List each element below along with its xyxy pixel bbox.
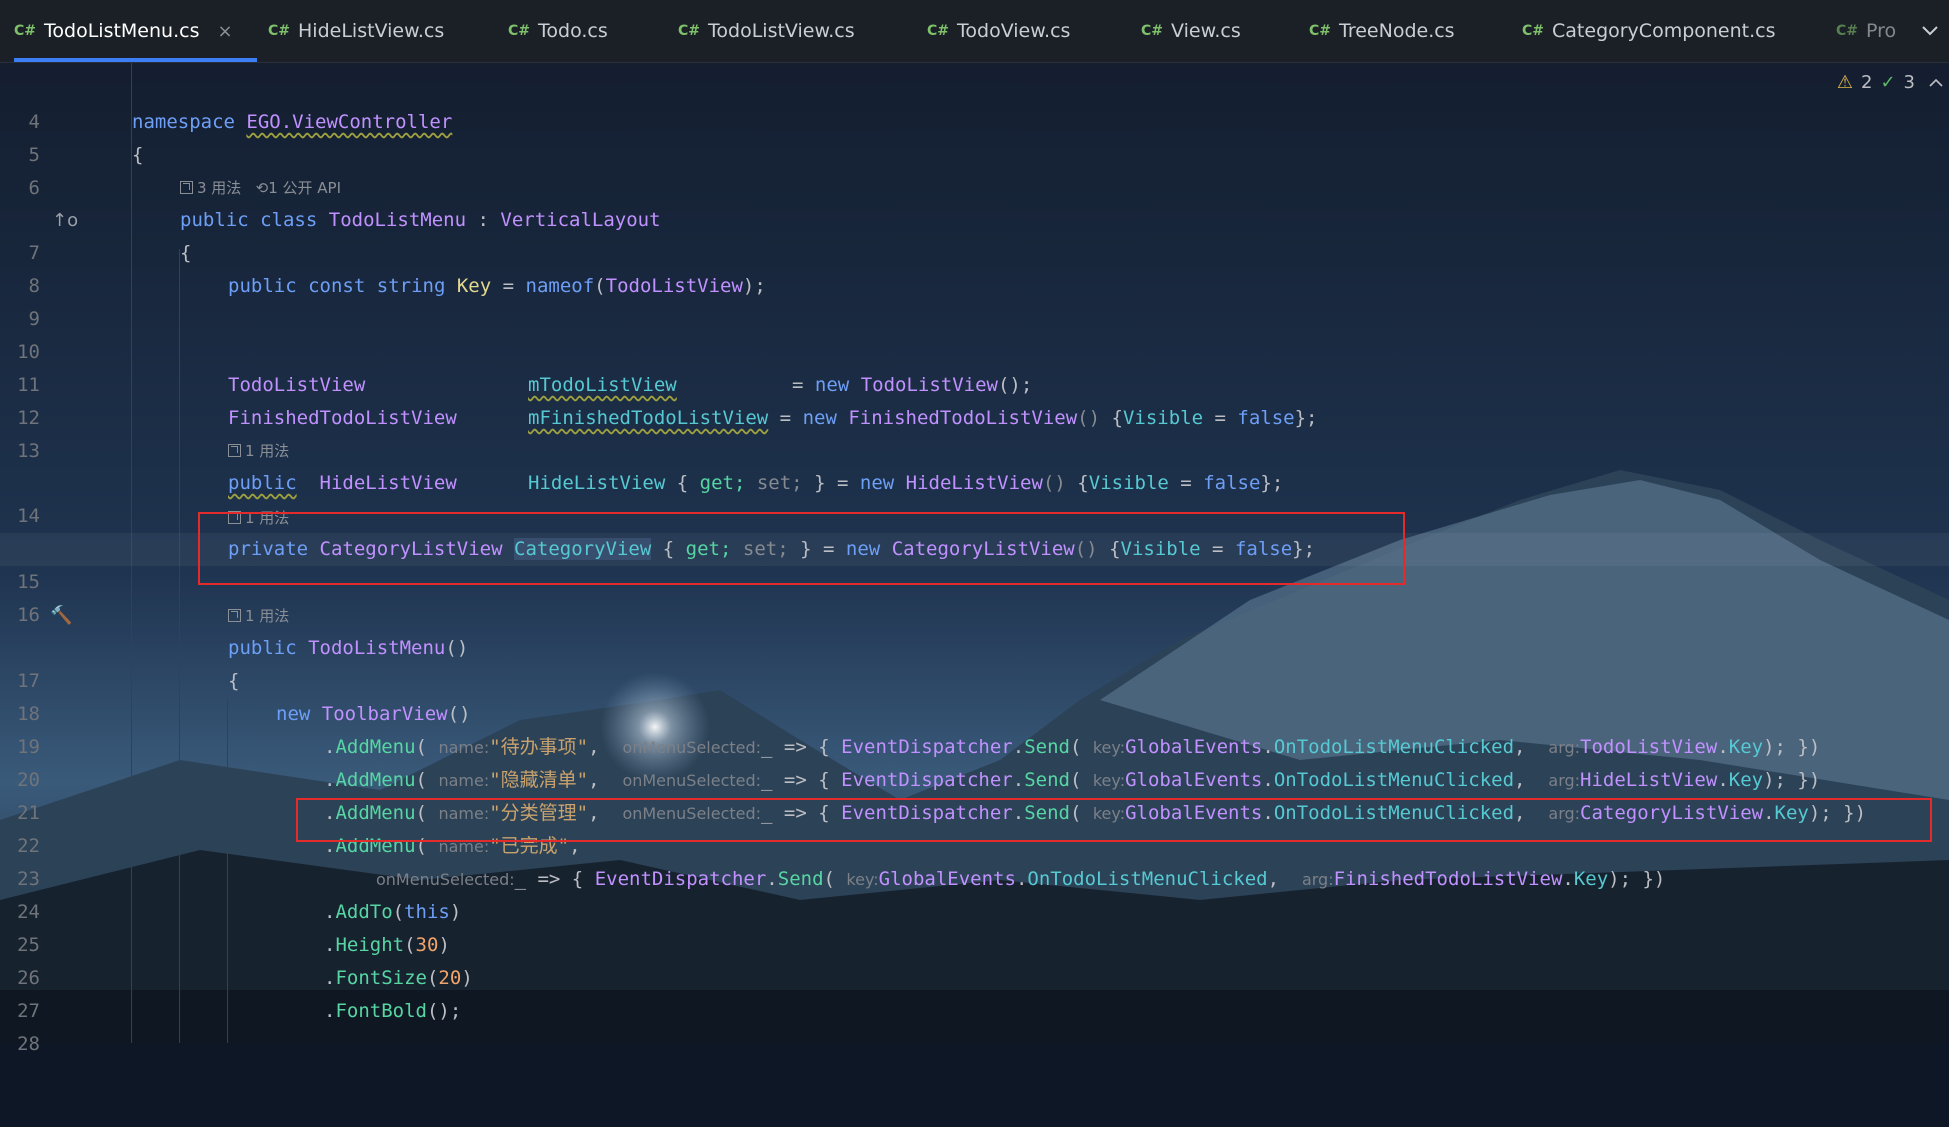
usages-icon (228, 444, 241, 457)
ok-count: 3 (1903, 72, 1915, 93)
close-icon[interactable]: × (217, 21, 232, 42)
implemented-interface-icon[interactable]: ↑o (52, 204, 78, 237)
hammer-icon[interactable]: 🔨 (50, 599, 72, 632)
tab-label: TodoListMenu.cs (44, 20, 200, 42)
line-number: 28 (17, 1033, 40, 1055)
code-line[interactable]: 9 public const string Key = nameof(TodoL… (0, 270, 1949, 330)
namespace-name[interactable]: EGO.ViewController (246, 111, 452, 133)
usages-icon (180, 181, 193, 194)
csharp-file-icon: C# (1522, 23, 1545, 39)
usage-hint[interactable]: 3 用法 ⟲1 公开 API (180, 175, 341, 201)
tab-label: Pro (1866, 20, 1897, 42)
tab-label: Todo.cs (538, 20, 608, 42)
code-line[interactable]: 20 .AddMenu( name:"待办事项", onMenuSelected… (0, 731, 1949, 791)
csharp-file-icon: C# (1309, 23, 1332, 39)
csharp-file-icon: C# (1836, 23, 1859, 39)
editor-tab-bar: C# TodoListMenu.cs × C# HideListView.cs … (0, 0, 1949, 63)
code-line[interactable]: 17 public TodoListMenu() (0, 632, 1949, 692)
usages-icon (228, 609, 241, 622)
csharp-file-icon: C# (1141, 23, 1164, 39)
code-line[interactable]: 11 (0, 336, 1949, 396)
code-line[interactable]: 19 new ToolbarView() (0, 698, 1949, 758)
code-line[interactable]: 10 (0, 303, 1949, 363)
tab-categorycomponent[interactable]: C# CategoryComponent.cs (1522, 0, 1776, 62)
tab-todolistview[interactable]: C# TodoListView.cs (678, 0, 855, 62)
code-line[interactable]: 28 .FontBold(); (0, 995, 1949, 1055)
csharp-file-icon: C# (678, 23, 701, 39)
tab-label: HideListView.cs (298, 20, 445, 42)
brace: { (132, 144, 144, 166)
tab-view[interactable]: C# View.cs (1141, 0, 1241, 62)
tab-treenode[interactable]: C# TreeNode.cs (1309, 0, 1455, 62)
inspection-widget[interactable]: ⚠ 2 ✓ 3 (1837, 72, 1943, 93)
tab-label: CategoryComponent.cs (1552, 20, 1776, 42)
csharp-file-icon: C# (927, 23, 950, 39)
code-line[interactable]: 27 .FontSize(20) (0, 962, 1949, 1022)
base-class[interactable]: VerticalLayout (500, 209, 660, 231)
check-icon: ✓ (1880, 72, 1896, 93)
tab-todoview[interactable]: C# TodoView.cs (927, 0, 1070, 62)
annotation-box (198, 512, 1405, 585)
annotation-box (296, 798, 1932, 842)
tab-todo[interactable]: C# Todo.cs (508, 0, 608, 62)
code-line[interactable]: 7 ↑o public class TodoListMenu : Vertica… (0, 204, 1949, 264)
tab-label: View.cs (1171, 20, 1241, 42)
code-line[interactable]: 8 { (0, 237, 1949, 297)
usage-hint[interactable]: 1 用法 (228, 603, 289, 629)
code-line[interactable]: 21 .AddMenu( name:"隐藏清单", onMenuSelected… (0, 764, 1949, 824)
tab-label: TodoView.cs (957, 20, 1071, 42)
code-line[interactable]: 18 { (0, 665, 1949, 725)
csharp-file-icon: C# (14, 23, 37, 39)
chevron-up-icon[interactable] (1929, 72, 1943, 93)
csharp-file-icon: C# (268, 23, 291, 39)
keyword: namespace (132, 111, 235, 133)
api-icon: ⟲ (255, 179, 269, 197)
code-line[interactable]: 13 FinishedTodoListView mFinishedTodoLis… (0, 402, 1949, 462)
usage-hint[interactable]: 1 用法 (228, 438, 289, 464)
tab-label: TreeNode.cs (1339, 20, 1455, 42)
warning-icon: ⚠ (1836, 72, 1853, 93)
tab-todolistmenu[interactable]: C# TodoListMenu.cs × (14, 0, 257, 62)
code-editor[interactable]: 4 5 namespace EGO.ViewController 6 { 3 用… (0, 62, 1949, 1055)
code-line[interactable]: 12 TodoListView mTodoListView = new Todo… (0, 369, 1949, 429)
code-line[interactable]: 24 onMenuSelected:_ => { EventDispatcher… (0, 863, 1949, 923)
code-line[interactable]: 14 public HideListView HideListView { ge… (0, 467, 1949, 527)
line-number: 6 (28, 177, 40, 199)
warning-count: 2 (1861, 72, 1873, 93)
class-name[interactable]: TodoListMenu (329, 209, 466, 231)
tab-label: TodoListView.cs (708, 20, 855, 42)
tab-pro[interactable]: C# Pro (1836, 0, 1896, 62)
code-line[interactable]: 4 (0, 73, 1949, 133)
code-line[interactable]: 6 { (0, 139, 1949, 199)
line-number: 16 (17, 604, 40, 626)
code-line[interactable]: 25 .AddTo(this) (0, 896, 1949, 956)
code-line[interactable]: 26 .Height(30) (0, 929, 1949, 989)
tab-hidelistview[interactable]: C# HideListView.cs (268, 0, 444, 62)
code-line[interactable]: 5 namespace EGO.ViewController (0, 106, 1949, 166)
line-number: 14 (17, 505, 40, 527)
csharp-file-icon: C# (508, 23, 531, 39)
line-number: 13 (17, 440, 40, 462)
chevron-down-icon[interactable] (1921, 0, 1939, 62)
